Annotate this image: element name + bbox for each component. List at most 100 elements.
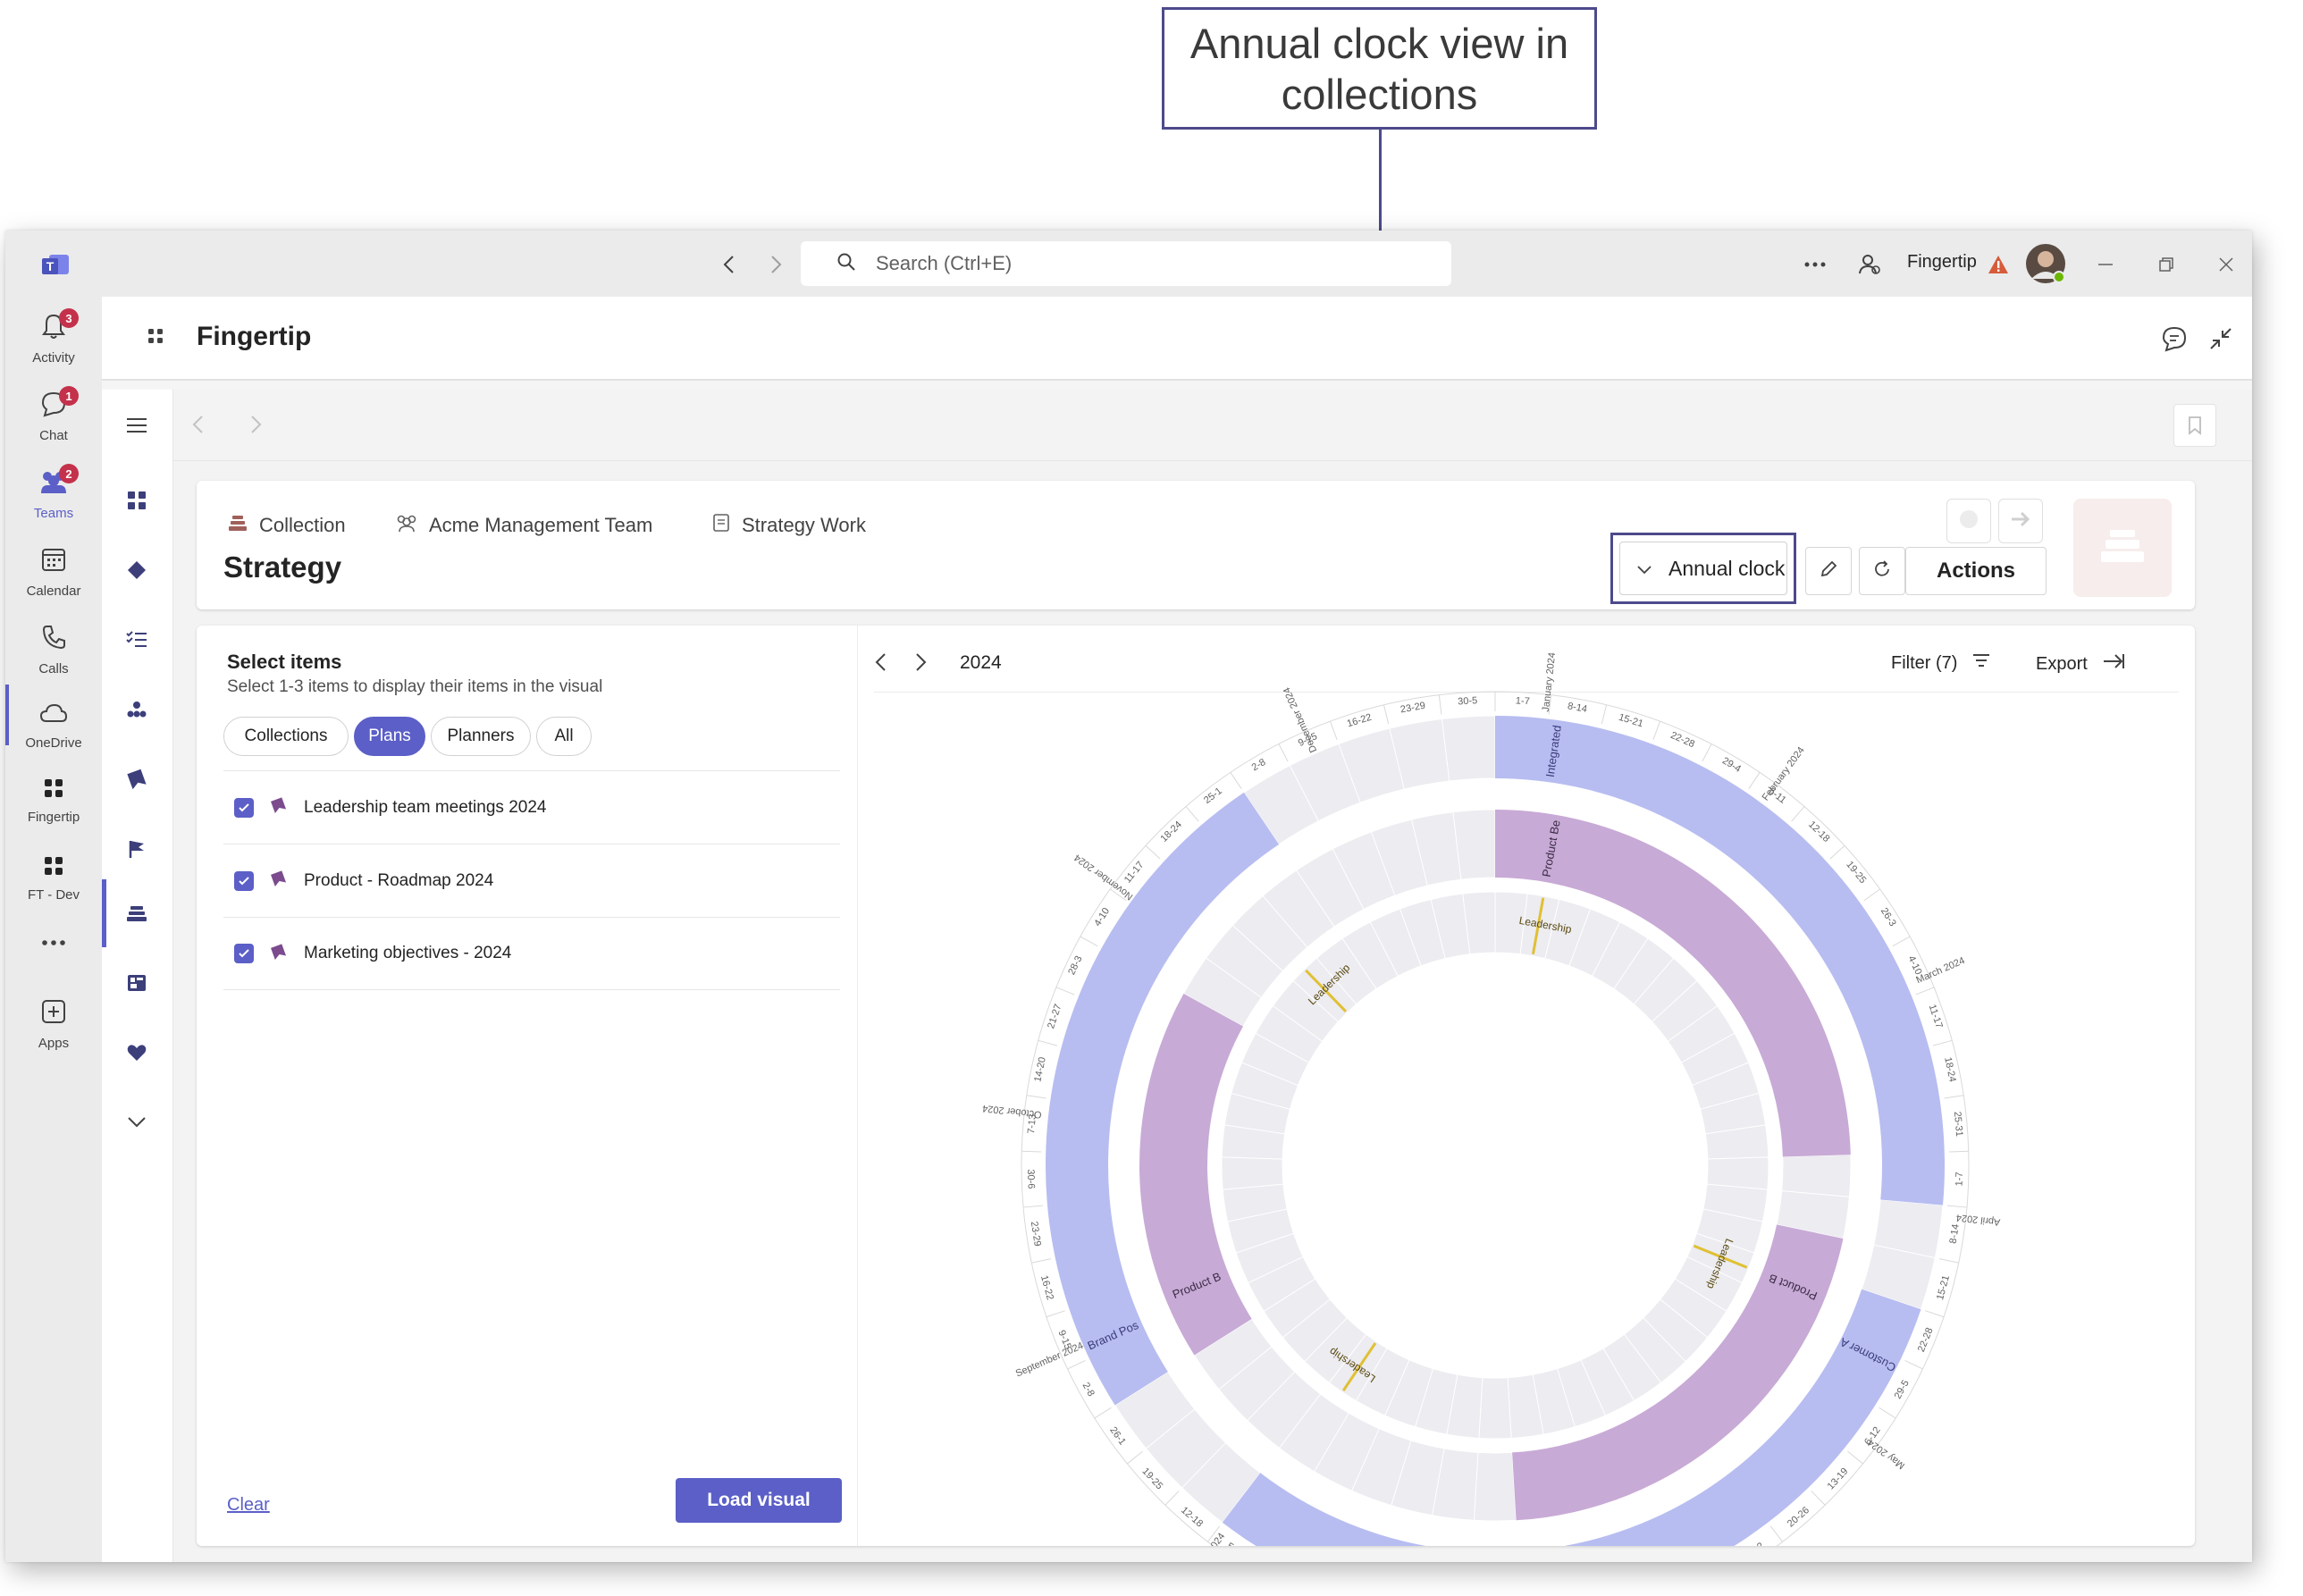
rail-item-calls[interactable]: Calls bbox=[5, 614, 102, 691]
refresh-button[interactable] bbox=[1859, 547, 1905, 595]
week-tick bbox=[1652, 720, 1661, 740]
collection-icon bbox=[227, 513, 248, 538]
app-header: Fingertip bbox=[102, 297, 2252, 381]
month-label: April 2024 bbox=[1955, 1212, 2001, 1227]
title-bar: T Search (Ctrl+E) Fingertip bbox=[5, 231, 2252, 297]
page-back-icon[interactable] bbox=[191, 415, 206, 439]
chevron-down-icon[interactable] bbox=[102, 1088, 172, 1156]
rail-label: Teams bbox=[33, 506, 74, 521]
week-tick-label: 2-8 bbox=[1250, 757, 1268, 773]
warning-icon[interactable] bbox=[1980, 247, 2016, 282]
rail-item-ft-dev[interactable]: FT - Dev bbox=[5, 845, 102, 922]
back-arrow-icon[interactable] bbox=[711, 247, 747, 282]
week-tick bbox=[1164, 1491, 1180, 1506]
close-icon[interactable] bbox=[2208, 247, 2244, 282]
org-chart-icon[interactable] bbox=[102, 676, 172, 743]
collapse-icon[interactable] bbox=[2207, 325, 2234, 357]
month-label: August 2024 bbox=[1186, 1531, 1227, 1546]
week-tick bbox=[1915, 987, 1935, 995]
rail-more-apps[interactable] bbox=[5, 926, 102, 970]
rail-item-activity[interactable]: 3 Activity bbox=[5, 303, 102, 380]
checkbox-checked[interactable] bbox=[234, 797, 254, 818]
rail-item-apps[interactable]: Apps bbox=[5, 988, 102, 1065]
filter-pill-collections[interactable]: Collections bbox=[223, 717, 349, 756]
list-item[interactable]: Leadership team meetings 2024 bbox=[223, 770, 840, 844]
week-tick bbox=[1094, 1407, 1112, 1419]
rail-item-teams[interactable]: 2 Teams bbox=[5, 458, 102, 535]
forward-arrow-icon[interactable] bbox=[758, 247, 794, 282]
breadcrumb-label: Acme Management Team bbox=[429, 514, 653, 536]
heart-icon[interactable] bbox=[102, 1019, 172, 1087]
week-tick bbox=[1904, 1360, 1923, 1370]
rail-item-calendar[interactable]: Calendar bbox=[5, 536, 102, 613]
restore-icon[interactable] bbox=[2148, 247, 2184, 282]
avatar[interactable] bbox=[2023, 241, 2068, 286]
panel-subtitle: Select 1-3 items to display their items … bbox=[227, 677, 603, 696]
people-settings-icon[interactable] bbox=[1852, 247, 1887, 282]
annual-clock[interactable]: IntegratedCustomer ABrand PosProduct BeP… bbox=[858, 626, 2195, 1546]
app-rail: 3 Activity 1 Chat 2 Teams Calendar Calls bbox=[5, 297, 102, 1562]
week-tick-label: 8-14 bbox=[1948, 1223, 1962, 1245]
collection-header-card: Collection Acme Management Team Strategy… bbox=[197, 481, 2195, 609]
load-visual-button[interactable]: Load visual bbox=[676, 1478, 842, 1523]
add-apps-icon bbox=[39, 997, 68, 1030]
breadcrumb-strategy-work[interactable]: Strategy Work bbox=[711, 513, 866, 538]
clear-link[interactable]: Clear bbox=[227, 1495, 270, 1516]
edit-button[interactable] bbox=[1805, 547, 1852, 595]
list-item[interactable]: Product - Roadmap 2024 bbox=[223, 844, 840, 917]
conversation-icon[interactable] bbox=[2161, 325, 2188, 357]
list-item[interactable]: Marketing objectives - 2024 bbox=[223, 917, 840, 990]
page-forward-icon[interactable] bbox=[248, 415, 263, 439]
minimize-icon[interactable] bbox=[2088, 247, 2123, 282]
diamond-icon[interactable] bbox=[102, 536, 172, 604]
rail-item-chat[interactable]: 1 Chat bbox=[5, 381, 102, 458]
filter-pill-planners[interactable]: Planners bbox=[431, 717, 531, 756]
more-icon bbox=[41, 935, 66, 951]
search-input[interactable]: Search (Ctrl+E) bbox=[876, 252, 1012, 275]
view-selector-dropdown[interactable]: Annual clock bbox=[1619, 542, 1787, 595]
more-options-icon[interactable] bbox=[1797, 247, 1833, 282]
bookmark-icon[interactable] bbox=[2173, 404, 2216, 447]
breadcrumb-collection[interactable]: Collection bbox=[227, 513, 346, 538]
phone-icon bbox=[39, 623, 68, 656]
week-tick bbox=[1932, 1039, 1953, 1046]
week-tick-label: 27-2 bbox=[1744, 1541, 1766, 1546]
task-list-icon[interactable] bbox=[102, 606, 172, 674]
navigate-button[interactable] bbox=[1998, 499, 2043, 543]
week-tick-label: 5-11 bbox=[1224, 1541, 1246, 1546]
app-grid-icon bbox=[147, 327, 164, 349]
week-tick-label: 2-8 bbox=[1080, 1381, 1097, 1399]
team-people-icon bbox=[395, 513, 418, 538]
filter-pill-plans[interactable]: Plans bbox=[354, 717, 425, 756]
actions-button[interactable]: Actions bbox=[1905, 547, 2047, 595]
rail-item-onedrive[interactable]: OneDrive bbox=[5, 692, 102, 769]
search-box[interactable]: Search (Ctrl+E) bbox=[801, 241, 1451, 286]
hamburger-menu-icon[interactable] bbox=[102, 391, 172, 459]
activity-badge: 3 bbox=[59, 308, 79, 328]
dashboard-icon[interactable] bbox=[102, 466, 172, 534]
rail-item-fingertip[interactable]: Fingertip bbox=[5, 768, 102, 844]
breadcrumb-team[interactable]: Acme Management Team bbox=[395, 513, 652, 538]
week-tick-label: 29-4 bbox=[1720, 755, 1743, 775]
filter-pill-all[interactable]: All bbox=[536, 717, 592, 756]
middle-ring-cell bbox=[1781, 1154, 1852, 1197]
plans-icon[interactable] bbox=[102, 745, 172, 813]
board-icon[interactable] bbox=[102, 949, 172, 1017]
week-tick bbox=[1863, 888, 1880, 902]
month-label: October 2024 bbox=[982, 1103, 1043, 1120]
week-tick bbox=[1829, 844, 1845, 860]
view-selector-label: Annual clock bbox=[1668, 556, 1786, 580]
status-dot-button[interactable] bbox=[1946, 499, 1991, 543]
week-tick bbox=[1438, 694, 1442, 715]
collections-icon[interactable] bbox=[102, 879, 172, 947]
checkbox-checked[interactable] bbox=[234, 870, 254, 891]
refresh-icon bbox=[1872, 559, 1892, 584]
app-content: Fingertip Collection Acme Management Tea… bbox=[102, 297, 2252, 1562]
week-tick bbox=[1925, 1310, 1945, 1318]
week-tick-label: 15-21 bbox=[1935, 1274, 1952, 1301]
flag-icon[interactable] bbox=[102, 815, 172, 883]
chevron-down-icon bbox=[1636, 557, 1652, 581]
week-tick-label: 25-1 bbox=[1202, 785, 1224, 806]
checkbox-checked[interactable] bbox=[234, 944, 254, 963]
week-tick bbox=[1067, 1360, 1086, 1370]
